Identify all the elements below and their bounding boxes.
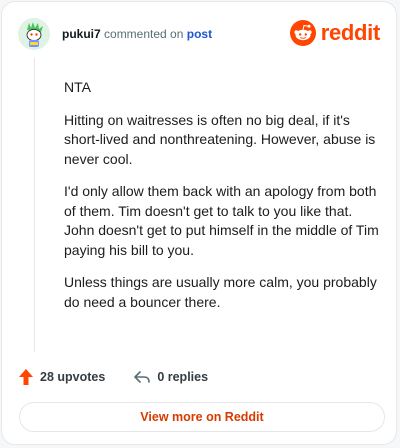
reddit-snoo-icon — [289, 20, 316, 46]
comment-header: pukui7 commented on post reddit — [18, 16, 380, 52]
brand-wordmark: reddit — [320, 20, 381, 45]
comment-meta: pukui7 commented on post — [62, 27, 212, 41]
upvote-arrow-icon — [18, 368, 34, 386]
comment-body: NTA Hitting on waitresses is often no bi… — [64, 78, 382, 325]
username-link[interactable]: pukui7 — [62, 27, 101, 41]
snoo-avatar-icon — [18, 18, 50, 50]
reply-arrow-icon — [133, 369, 151, 385]
user-avatar[interactable] — [18, 18, 50, 50]
comment-paragraph: NTA — [64, 79, 91, 95]
view-more-button[interactable]: View more on Reddit — [19, 402, 385, 432]
post-link[interactable]: post — [187, 27, 212, 41]
reply-count: 0 replies — [157, 370, 209, 384]
comment-paragraph: I'd only allow them back with an apology… — [64, 183, 379, 258]
upvote-count: 28 upvotes — [40, 370, 106, 384]
reply-button[interactable]: 0 replies — [133, 369, 208, 385]
reddit-logo[interactable]: reddit — [289, 20, 381, 46]
comment-paragraph: Hitting on waitresses is often no big de… — [64, 111, 376, 167]
action-text: commented on — [104, 27, 184, 41]
comment-card: pukui7 commented on post reddit NTA Hitt… — [1, 1, 397, 445]
comment-actions: 28 upvotes 0 replies — [18, 366, 208, 388]
thread-line — [34, 58, 35, 352]
upvote-button[interactable]: 28 upvotes — [18, 368, 105, 386]
comment-paragraph: Unless things are usually more calm, you… — [64, 274, 377, 310]
